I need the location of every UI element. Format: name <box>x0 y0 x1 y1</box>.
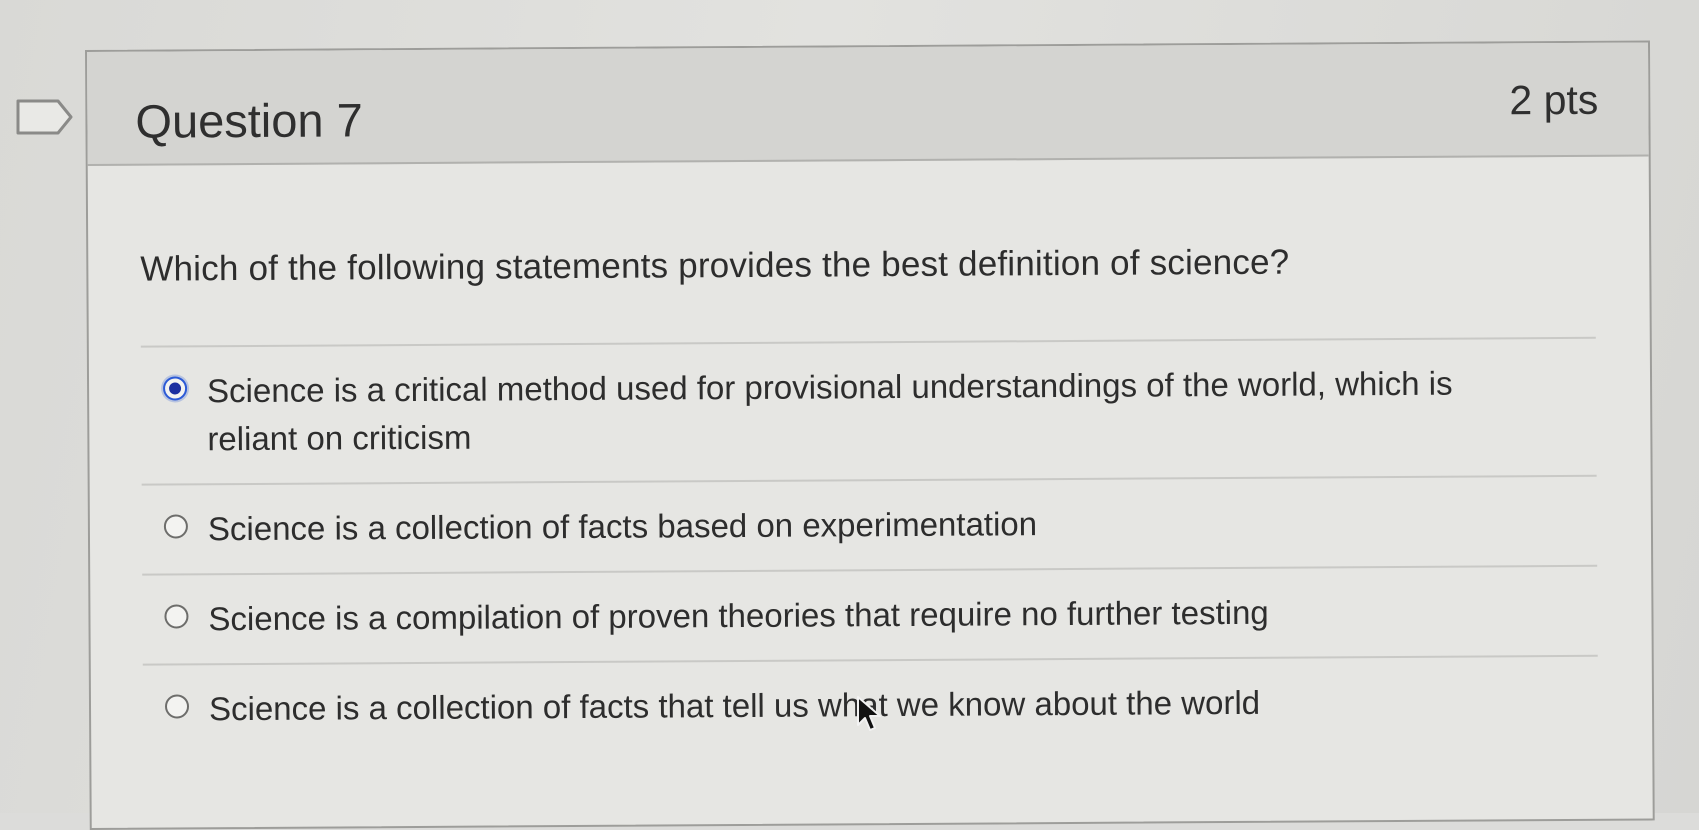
mouse-pointer-icon <box>857 696 881 731</box>
bookmark-flag-icon[interactable] <box>16 98 74 136</box>
answer-option[interactable]: Science is a compilation of proven theor… <box>142 567 1598 664</box>
answer-option[interactable]: Science is a collection of facts based o… <box>142 477 1598 574</box>
question-header: Question 7 2 pts <box>87 42 1649 166</box>
radio-unselected-icon[interactable] <box>163 514 188 539</box>
radio-unselected-icon[interactable] <box>164 604 189 629</box>
radio-unselected-icon[interactable] <box>164 694 190 719</box>
question-text: Which of the following statements provid… <box>140 242 1290 289</box>
answer-label: Science is a compilation of proven theor… <box>208 593 1269 638</box>
answer-label: Science is a collection of facts that te… <box>208 683 1261 728</box>
answer-label: Science is a collection of facts based o… <box>207 505 1038 548</box>
question-title: Question 7 <box>135 93 363 148</box>
radio-selected-icon[interactable] <box>162 376 188 401</box>
answer-label: Science is a critical method used for pr… <box>206 364 1453 458</box>
question-points: 2 pts <box>1509 76 1599 124</box>
answer-list: Science is a critical method used for pr… <box>140 336 1598 754</box>
screen: Question 7 2 pts Which of the following … <box>0 0 1699 830</box>
answer-option[interactable]: Science is a critical method used for pr… <box>141 339 1597 484</box>
